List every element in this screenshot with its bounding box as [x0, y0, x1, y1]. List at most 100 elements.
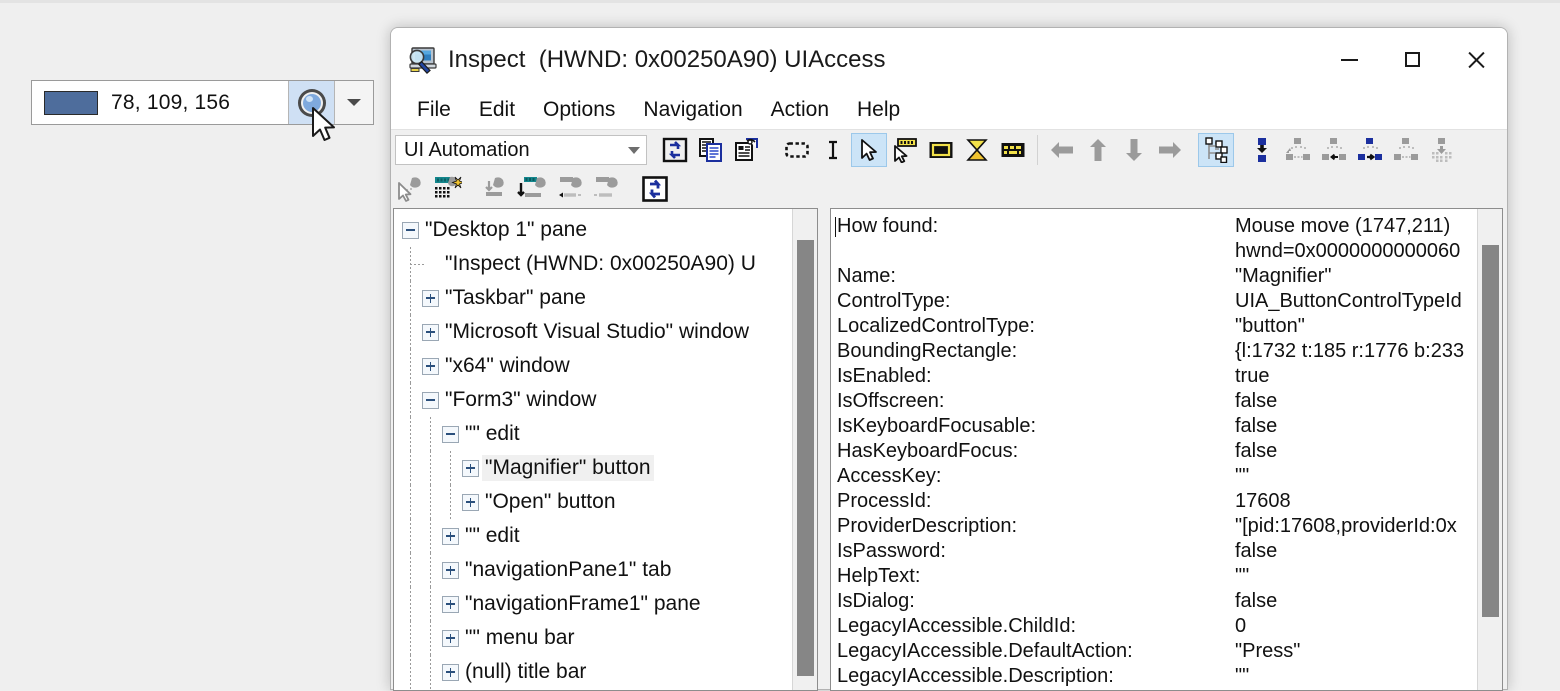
property-value: 0	[1235, 615, 1247, 637]
show-ui-icon[interactable]	[995, 133, 1031, 167]
tree-connector-line	[410, 655, 411, 689]
properties-pane[interactable]: How found: Mouse move (1747,211) hwnd=0x00…	[830, 208, 1503, 691]
expand-icon[interactable]	[442, 595, 459, 613]
color-picker-dropdown-button[interactable]	[334, 81, 373, 124]
tree-connector-line	[410, 383, 411, 417]
color-picker-combobox[interactable]: 78, 109, 156	[31, 80, 374, 125]
expand-icon[interactable]	[422, 323, 439, 341]
property-value: "Press"	[1235, 640, 1301, 662]
next-sibling-icon[interactable]	[1352, 133, 1388, 167]
menu-item-edit[interactable]: Edit	[465, 96, 529, 124]
properties-scrollbar[interactable]	[1477, 209, 1502, 690]
tree-item[interactable]: "" edit	[394, 519, 817, 553]
maximize-button[interactable]	[1381, 28, 1444, 91]
tree-connector-line	[410, 621, 411, 655]
toolbar-row-1: UI Automation	[391, 130, 1507, 170]
property-key: LegacyIAccessible.ChildId:	[837, 615, 1077, 637]
tree-pane[interactable]: "Desktop 1" pane "Inspect (HWND: 0x00250A…	[393, 208, 818, 691]
provider-combobox[interactable]: UI Automation	[395, 135, 647, 165]
tree-item[interactable]: "Taskbar" pane	[394, 281, 817, 315]
focus-element-icon[interactable]	[429, 172, 465, 206]
expand-icon[interactable]	[442, 527, 459, 545]
expand-icon[interactable]	[442, 561, 459, 579]
toolbar-container: UI Automation	[391, 129, 1507, 208]
collapse-icon[interactable]	[402, 221, 419, 239]
parent-navigation-icon[interactable]	[1244, 133, 1280, 167]
tree-item[interactable]: "Desktop 1" pane	[394, 213, 817, 247]
panes-container: "Desktop 1" pane "Inspect (HWND: 0x00250A…	[391, 208, 1507, 691]
tree-scrollbar-thumb[interactable]	[797, 240, 814, 676]
property-key: IsOffscreen:	[837, 390, 945, 412]
expand-icon[interactable]	[442, 663, 459, 681]
magnifier-button[interactable]	[288, 81, 334, 124]
toolbar-row-2	[391, 170, 1507, 208]
maximize-icon	[1405, 52, 1420, 67]
expand-icon[interactable]	[422, 289, 439, 307]
close-button[interactable]	[1444, 28, 1507, 91]
tree-item[interactable]: "" menu bar	[394, 621, 817, 655]
property-row: LegacyIAccessible.DefaultAction: "Press"	[835, 640, 1502, 665]
expand-icon[interactable]	[422, 357, 439, 375]
tree-view-icon[interactable]	[1198, 133, 1234, 167]
tree-item[interactable]: "Open" button	[394, 485, 817, 519]
tree-scrollbar[interactable]	[792, 209, 817, 690]
tree-item-label: "Microsoft Visual Studio" window	[445, 320, 749, 343]
tree-item[interactable]: (null) title bar	[394, 655, 817, 689]
descendants-icon[interactable]	[1424, 133, 1460, 167]
minimize-button[interactable]	[1318, 28, 1381, 91]
property-value: true	[1235, 365, 1270, 387]
tree-item[interactable]: "navigationFrame1" pane	[394, 587, 817, 621]
refresh-properties-icon[interactable]	[637, 172, 673, 206]
tree-item-label: "Form3" window	[445, 388, 597, 411]
tree-item-label: "Desktop 1" pane	[425, 218, 588, 241]
tree-item[interactable]: "navigationPane1" tab	[394, 553, 817, 587]
element-from-point-icon[interactable]	[479, 172, 515, 206]
caret-icon[interactable]	[815, 133, 851, 167]
pointer-element-icon[interactable]	[393, 172, 429, 206]
tree-item[interactable]: "" edit	[394, 417, 817, 451]
copy-icon[interactable]	[693, 133, 729, 167]
tree-item[interactable]: "x64" window	[394, 349, 817, 383]
property-key: AccessKey:	[837, 465, 942, 487]
window-titlebar[interactable]: Inspect (HWND: 0x00250A90) UIAccess	[391, 28, 1507, 91]
tree-item[interactable]: "Form3" window	[394, 383, 817, 417]
expand-icon[interactable]	[442, 629, 459, 647]
watch-focus-icon[interactable]	[959, 133, 995, 167]
navigate-up-icon[interactable]	[1080, 133, 1116, 167]
menu-item-file[interactable]: File	[403, 96, 465, 124]
menu-item-help[interactable]: Help	[843, 96, 914, 124]
element-next-icon[interactable]	[587, 172, 623, 206]
menu-item-navigation[interactable]: Navigation	[629, 96, 756, 124]
property-key	[835, 240, 1235, 265]
menu-item-options[interactable]: Options	[529, 96, 629, 124]
collapse-icon[interactable]	[422, 391, 439, 409]
last-child-icon[interactable]	[1388, 133, 1424, 167]
previous-sibling-icon[interactable]	[1316, 133, 1352, 167]
collapse-icon[interactable]	[442, 425, 459, 443]
copy-properties-icon[interactable]	[729, 133, 765, 167]
watch-cursor-icon[interactable]	[887, 133, 923, 167]
refresh-icon[interactable]	[657, 133, 693, 167]
element-tree-icon[interactable]	[515, 172, 551, 206]
first-child-icon[interactable]	[1280, 133, 1316, 167]
navigate-left-icon[interactable]	[1044, 133, 1080, 167]
color-picker-field[interactable]: 78, 109, 156	[32, 81, 288, 124]
tree-item[interactable]: "Microsoft Visual Studio" window	[394, 315, 817, 349]
tree-item[interactable]: "Inspect (HWND: 0x00250A90) U	[394, 247, 817, 281]
property-row: ControlType: UIA_ButtonControlTypeId	[835, 290, 1502, 315]
expand-icon[interactable]	[462, 459, 479, 477]
tree-connector-line	[430, 485, 431, 519]
menu-item-action[interactable]: Action	[757, 96, 843, 124]
select-cursor-icon[interactable]	[851, 133, 887, 167]
navigate-down-icon[interactable]	[1116, 133, 1152, 167]
highlight-rectangle-icon[interactable]	[923, 133, 959, 167]
tree-item[interactable]: "Magnifier" button	[394, 451, 817, 485]
rectangle-highlight-icon[interactable]	[779, 133, 815, 167]
property-value: ""	[1235, 465, 1250, 487]
navigate-right-icon[interactable]	[1152, 133, 1188, 167]
expand-icon[interactable]	[462, 493, 479, 511]
properties-scrollbar-thumb[interactable]	[1482, 245, 1499, 617]
property-key: BoundingRectangle:	[837, 340, 1018, 362]
element-previous-icon[interactable]	[551, 172, 587, 206]
ui-automation-tree[interactable]: "Desktop 1" pane "Inspect (HWND: 0x00250A…	[394, 209, 817, 689]
